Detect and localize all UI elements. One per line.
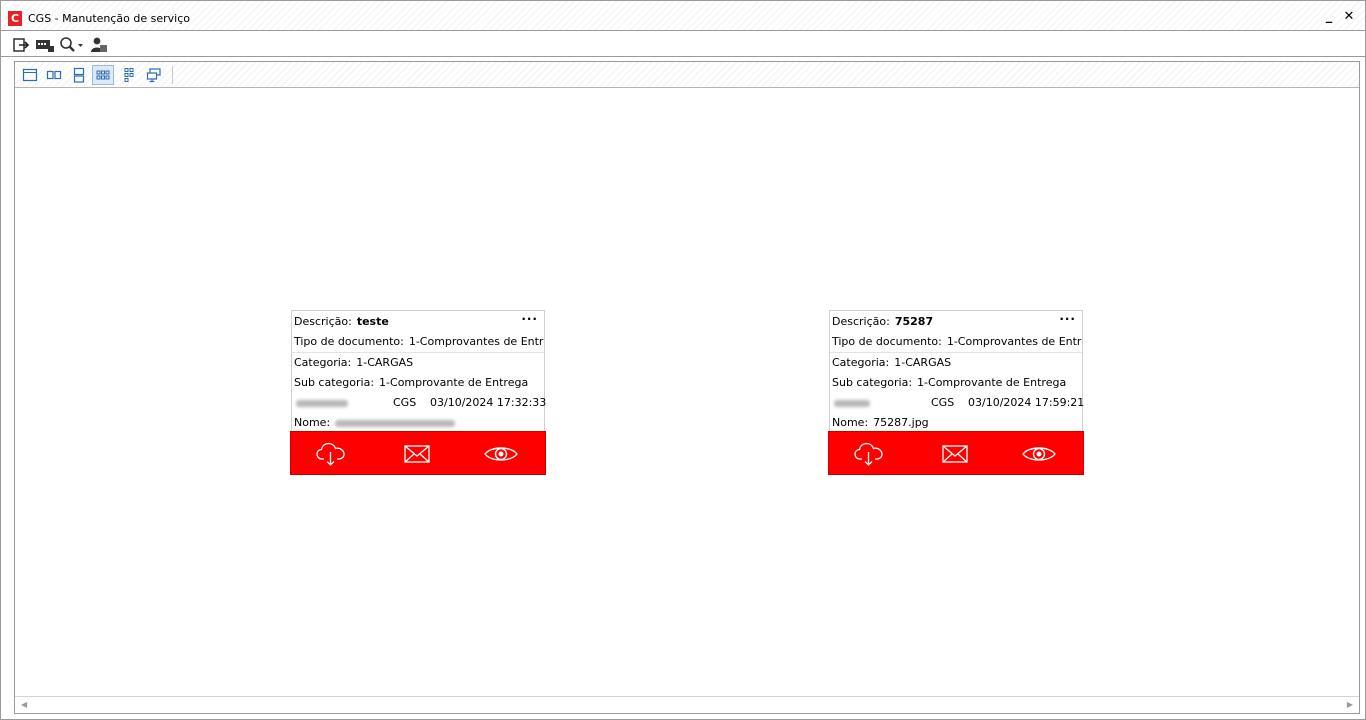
main-toolbar	[1, 32, 1365, 57]
subcategory-row: Sub categoria: 1-Comprovante de Entrega	[294, 373, 528, 393]
column-grid-view-button[interactable]	[118, 65, 140, 85]
exit-button[interactable]	[12, 36, 30, 54]
category-label: Categoria:	[294, 356, 352, 369]
title-bar: C CGS - Manutenção de serviço _ ✕	[1, 1, 1365, 31]
category-label: Categoria:	[832, 356, 890, 369]
mail-icon	[404, 445, 430, 463]
category-row: Categoria: 1-CARGAS	[832, 353, 951, 373]
category-value: 1-CARGAS	[894, 356, 952, 369]
more-options-button[interactable]: ···	[1059, 312, 1076, 330]
content-panel: Descrição: teste ··· Tipo de documento: 1-…	[14, 61, 1360, 714]
search-button[interactable]	[58, 36, 86, 54]
document-card[interactable]: Descrição: 75287 ··· Tipo de documento: 1-…	[828, 310, 1085, 475]
meta-row: CGS 03/10/2024 17:32:33	[294, 393, 547, 413]
two-row-view-button[interactable]	[68, 65, 90, 85]
description-row: Descrição: 75287	[832, 312, 933, 332]
filename-label: Nome:	[294, 416, 331, 429]
email-button[interactable]	[399, 441, 435, 467]
filename-label: Nome:	[832, 416, 869, 429]
single-view-icon	[22, 68, 38, 82]
subcategory-label: Sub categoria:	[294, 376, 375, 389]
two-column-view-icon	[46, 70, 62, 80]
exit-icon	[13, 38, 30, 52]
action-bar	[290, 431, 546, 475]
mail-icon	[942, 445, 968, 463]
description-row: Descrição: teste	[294, 312, 389, 332]
blurred-user	[296, 400, 348, 407]
filename-row: Nome: 75287.jpg	[832, 413, 929, 433]
grid-view-button[interactable]	[92, 65, 114, 85]
blurred-filename	[335, 419, 456, 427]
eye-icon	[484, 447, 518, 461]
download-button[interactable]	[313, 441, 349, 467]
scroll-left-icon[interactable]: ◀	[21, 700, 27, 709]
download-button[interactable]	[851, 441, 887, 467]
company-name: CGS	[931, 396, 955, 409]
computer-view-icon	[146, 68, 161, 83]
eye-icon	[1022, 447, 1056, 461]
terminal-icon	[36, 40, 54, 52]
filename-row: Nome:	[294, 413, 456, 433]
date-value: 03/10/2024 17:32:33	[430, 396, 547, 409]
user-button[interactable]	[89, 36, 109, 54]
subcategory-value: 1-Comprovante de Entrega	[917, 376, 1067, 389]
date-value: 03/10/2024 17:59:21	[968, 396, 1085, 409]
cloud-download-icon	[854, 442, 883, 466]
filename-value: 75287.jpg	[873, 416, 929, 429]
two-column-view-button[interactable]	[43, 65, 65, 85]
description-value: teste	[356, 315, 389, 328]
view-button[interactable]	[483, 441, 519, 467]
search-icon	[60, 37, 83, 52]
view-toolbar	[15, 62, 1359, 88]
more-options-button[interactable]: ···	[521, 312, 538, 330]
document-card[interactable]: Descrição: teste ··· Tipo de documento: 1-…	[290, 310, 547, 475]
horizontal-scrollbar[interactable]: ◀ ▶	[15, 696, 1359, 713]
window-title: CGS - Manutenção de serviço	[28, 12, 191, 25]
blurred-user	[834, 400, 870, 407]
document-type-value: 1-Comprovantes de Entreg...	[408, 335, 544, 348]
subcategory-label: Sub categoria:	[832, 376, 913, 389]
document-type-value: 1-Comprovantes de Entreg...	[946, 335, 1082, 348]
two-row-view-icon	[73, 67, 85, 83]
terminal-button[interactable]	[35, 36, 55, 54]
toolbar-separator	[172, 66, 173, 84]
action-bar	[828, 431, 1084, 475]
minimize-button[interactable]: _	[1321, 9, 1337, 25]
description-label: Descrição:	[294, 315, 352, 328]
document-type-label: Tipo de documento:	[294, 335, 404, 348]
column-grid-view-icon	[124, 68, 134, 82]
document-type-label: Tipo de documento:	[832, 335, 942, 348]
app-logo: C	[8, 11, 22, 26]
grid-view-icon	[96, 70, 110, 80]
meta-row: CGS 03/10/2024 17:59:21	[832, 393, 1085, 413]
app-window: C CGS - Manutenção de serviço _ ✕ Descri…	[0, 0, 1366, 720]
company-name: CGS	[393, 396, 417, 409]
description-label: Descrição:	[832, 315, 890, 328]
cloud-download-icon	[316, 442, 345, 466]
user-icon	[91, 37, 107, 52]
computer-view-button[interactable]	[143, 65, 165, 85]
category-row: Categoria: 1-CARGAS	[294, 353, 413, 373]
subcategory-row: Sub categoria: 1-Comprovante de Entrega	[832, 373, 1066, 393]
close-button[interactable]: ✕	[1341, 9, 1357, 25]
email-button[interactable]	[937, 441, 973, 467]
scroll-right-icon[interactable]: ▶	[1347, 700, 1353, 709]
document-type-row: Tipo de documento: 1-Comprovantes de Entr…	[832, 332, 1082, 352]
single-view-button[interactable]	[19, 65, 41, 85]
category-value: 1-CARGAS	[356, 356, 414, 369]
view-button[interactable]	[1021, 441, 1057, 467]
description-value: 75287	[894, 315, 934, 328]
document-type-row: Tipo de documento: 1-Comprovantes de Entr…	[294, 332, 544, 352]
subcategory-value: 1-Comprovante de Entrega	[379, 376, 529, 389]
